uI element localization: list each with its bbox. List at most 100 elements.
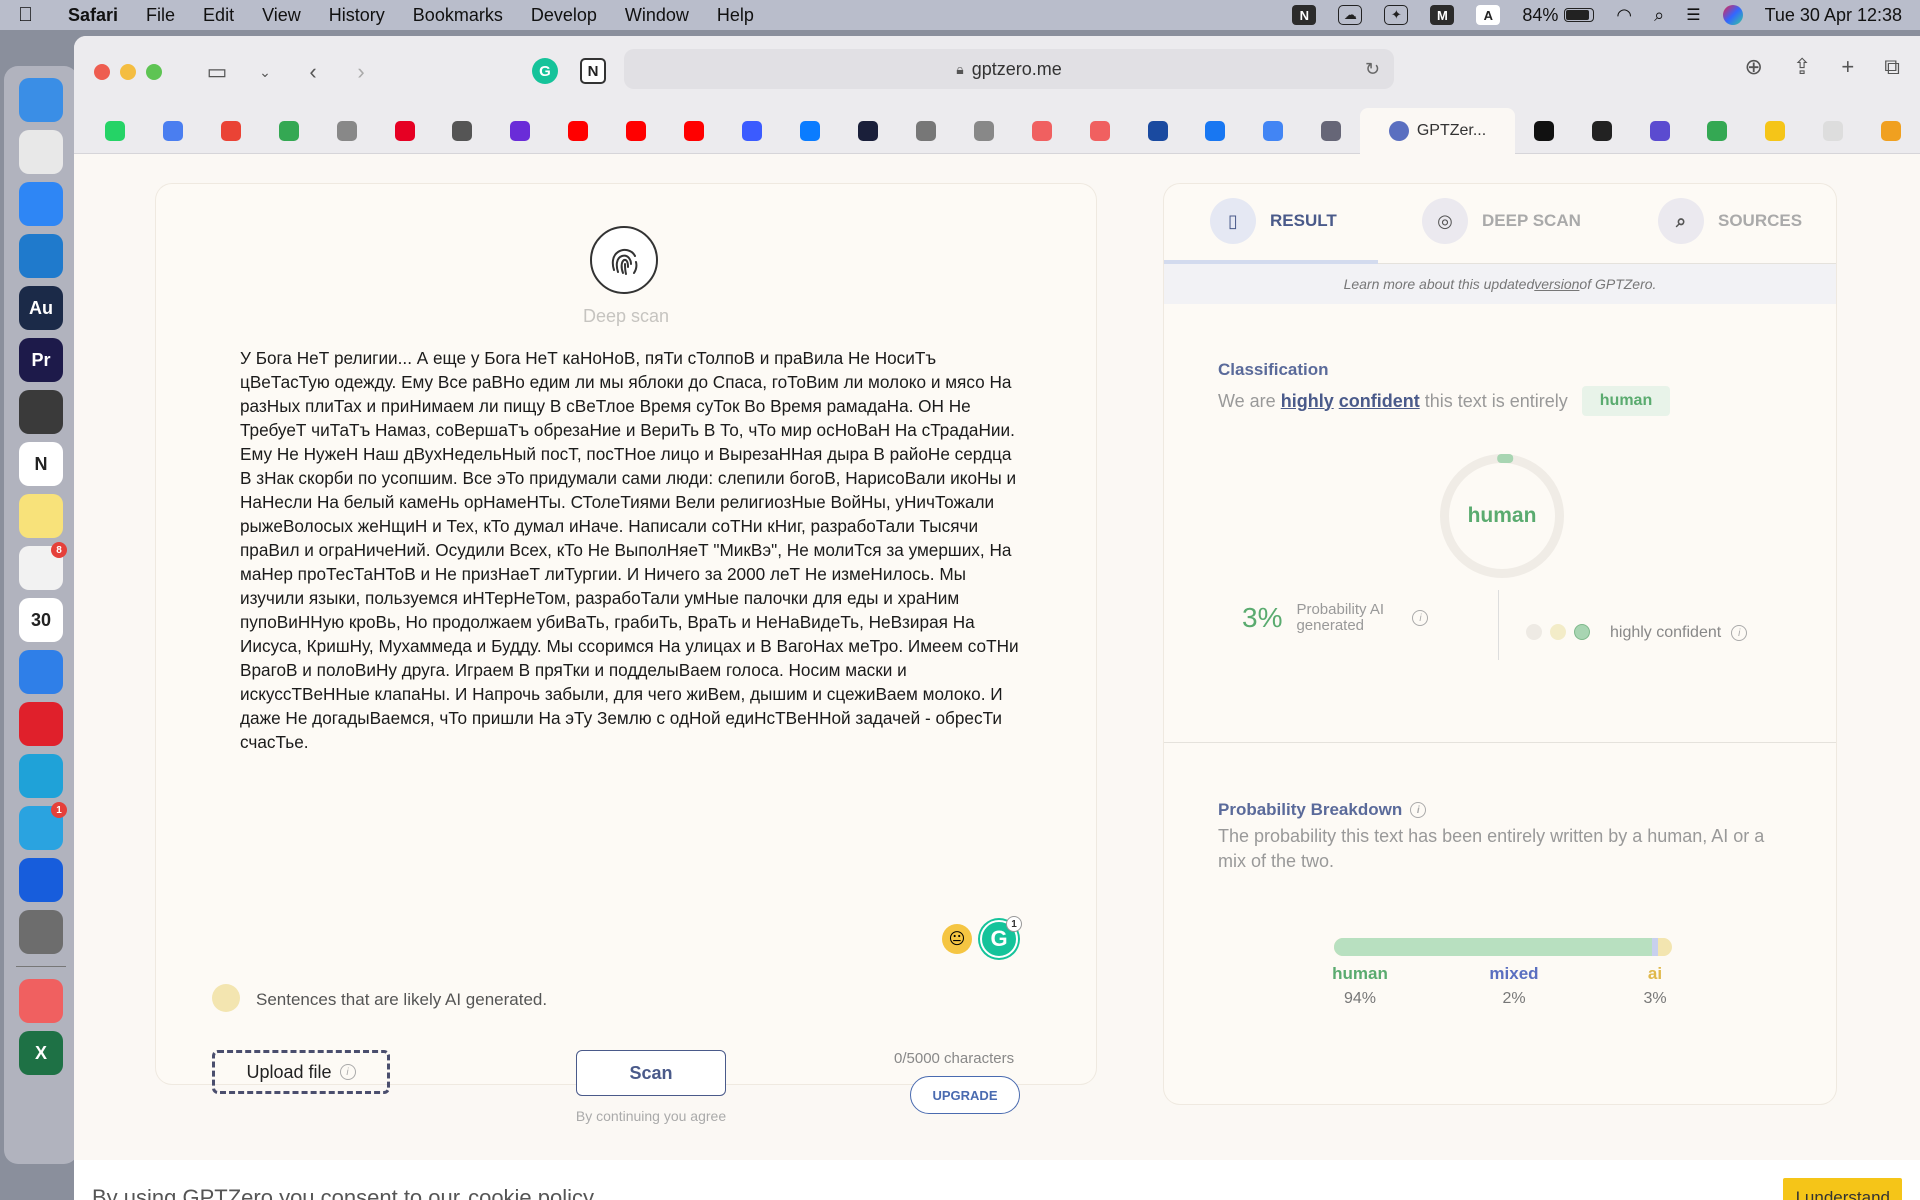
tab-overview-icon[interactable]: ⧉ [1884,54,1900,80]
dock-telegram-icon[interactable]: 1 [19,802,67,850]
dock-excel-icon[interactable]: X [19,1031,63,1075]
dock-notion-icon[interactable]: N [19,442,63,486]
bookmark-tab-9[interactable] [549,108,607,154]
menu-view[interactable]: View [262,5,301,26]
grammarly-icon[interactable]: G 1 [980,916,1022,958]
active-tab-gptzero[interactable]: GPTZer... [1360,107,1515,154]
dock-system-settings-icon[interactable] [19,910,63,954]
bookmark-tab-13[interactable] [781,108,839,154]
dock-obs-icon[interactable] [19,390,63,434]
dock-app-store-icon[interactable] [19,182,63,226]
dock-launchpad-icon[interactable] [19,130,63,174]
info-icon[interactable]: i [339,1064,356,1080]
bookmark-tab-6[interactable] [376,108,434,154]
wifi-icon[interactable]: ◠ [1616,5,1632,26]
confident-link[interactable]: confident [1339,391,1420,412]
bookmark-tab-21[interactable] [1244,108,1302,154]
share-icon[interactable]: ⇪ [1793,54,1811,80]
reload-icon[interactable]: ↻ [1365,59,1380,80]
close-window-button[interactable] [94,64,110,80]
menu-window[interactable]: Window [625,5,689,26]
bookmark-tab-extra-2[interactable] [1573,108,1631,154]
bookmark-tab-extra-1[interactable] [1515,108,1573,154]
info-icon[interactable]: i [1731,625,1748,641]
menu-file[interactable]: File [146,5,175,26]
highly-link[interactable]: highly [1281,391,1334,412]
menu-history[interactable]: History [329,5,385,26]
sidebar-toggle-icon[interactable]: ▭ [200,55,234,89]
dock-safari-icon[interactable] [19,650,63,694]
apple-menu-icon[interactable]:  [18,4,40,26]
bookmark-tab-3[interactable] [202,108,260,154]
bookmark-tab-14[interactable] [839,108,897,154]
bookmark-tab-20[interactable] [1187,108,1245,154]
notion-status-icon[interactable]: N [1292,5,1317,25]
bookmark-tab-12[interactable] [723,108,781,154]
bookmark-tab-8[interactable] [491,108,549,154]
bookmark-tab-5[interactable] [318,108,376,154]
grammarly-extension-icon[interactable]: G [532,58,558,84]
version-link[interactable]: version [1534,276,1579,292]
menu-clock[interactable]: Tue 30 Apr 12:38 [1765,5,1902,26]
dock-opera-icon[interactable] [19,702,63,746]
bookmark-tab-extra-5[interactable] [1746,108,1804,154]
bookmark-tab-22[interactable] [1302,108,1360,154]
scan-button[interactable]: Scan [576,1050,726,1096]
neutral-face-icon[interactable]: 😐︎ [942,924,972,954]
bookmark-tab-15[interactable] [897,108,955,154]
bookmark-tab-4[interactable] [260,108,318,154]
tab-deep-scan[interactable]: ◎ DEEP SCAN [1422,198,1581,244]
battery-status[interactable]: 84% [1522,5,1595,26]
dock-bitwarden-icon[interactable] [19,858,63,902]
bookmark-tab-extra-7[interactable] [1862,108,1920,154]
dock-calendar-icon[interactable]: 30 [19,598,63,642]
bookmark-tab-extra-4[interactable] [1688,108,1746,154]
tab-sources[interactable]: ⌕ SOURCES [1658,198,1802,244]
input-source-icon[interactable]: A [1476,5,1501,25]
bookmark-tab-extra-3[interactable] [1631,108,1689,154]
cookie-accept-button[interactable]: I understand [1783,1178,1902,1200]
menu-develop[interactable]: Develop [531,5,597,26]
menu-help[interactable]: Help [717,5,754,26]
zoom-window-button[interactable] [146,64,162,80]
cloud-status-icon[interactable]: ☁ [1338,5,1363,25]
forward-button[interactable]: › [344,55,378,89]
downloads-icon[interactable]: ⊕ [1745,54,1763,80]
control-center-icon[interactable]: ☰ [1686,5,1700,25]
dock-notes-icon[interactable] [19,494,63,538]
satellite-status-icon[interactable]: ✦ [1384,5,1409,25]
bookmark-tab-17[interactable] [1013,108,1071,154]
menu-app-name[interactable]: Safari [68,5,118,26]
bookmark-tab-11[interactable] [665,108,723,154]
cookie-policy-link[interactable]: cookie policy [468,1185,594,1200]
info-icon[interactable]: i [1410,802,1427,818]
bookmark-tab-19[interactable] [1129,108,1187,154]
siri-icon[interactable] [1722,5,1743,25]
menu-edit[interactable]: Edit [203,5,234,26]
new-tab-icon[interactable]: + [1841,54,1854,80]
bookmark-tab-10[interactable] [607,108,665,154]
text-input-area[interactable]: У Бога НеТ религии... А еще у Бога НеТ к… [240,346,1020,754]
chevron-down-icon[interactable]: ⌄ [248,55,282,89]
dock-portrait-app-icon[interactable] [19,979,63,1023]
dock-audition-icon[interactable]: Au [19,286,63,330]
spotlight-search-icon[interactable]: ⌕ [1654,5,1664,26]
address-bar[interactable]: 🔒︎ gptzero.me ↻ [624,49,1394,89]
minimize-window-button[interactable] [120,64,136,80]
dock-vscode-icon[interactable] [19,234,63,278]
upload-file-button[interactable]: Upload file i [212,1050,390,1094]
bookmark-tab-7[interactable] [434,108,492,154]
fingerprint-icon[interactable] [590,226,658,294]
notion-extension-icon[interactable]: N [580,58,606,84]
upgrade-button[interactable]: UPGRADE [910,1076,1020,1114]
dock-premiere-icon[interactable]: Pr [19,338,63,382]
bookmark-tab-16[interactable] [955,108,1013,154]
back-button[interactable]: ‹ [296,55,330,89]
info-icon[interactable]: i [1412,610,1429,626]
dock-reminders-icon[interactable]: 8 [19,542,67,590]
dock-edge-icon[interactable] [19,754,63,798]
bookmark-tab-18[interactable] [1071,108,1129,154]
bookmark-tab-1[interactable] [86,108,144,154]
bookmark-tab-extra-6[interactable] [1804,108,1862,154]
medium-status-icon[interactable]: M [1430,5,1455,25]
